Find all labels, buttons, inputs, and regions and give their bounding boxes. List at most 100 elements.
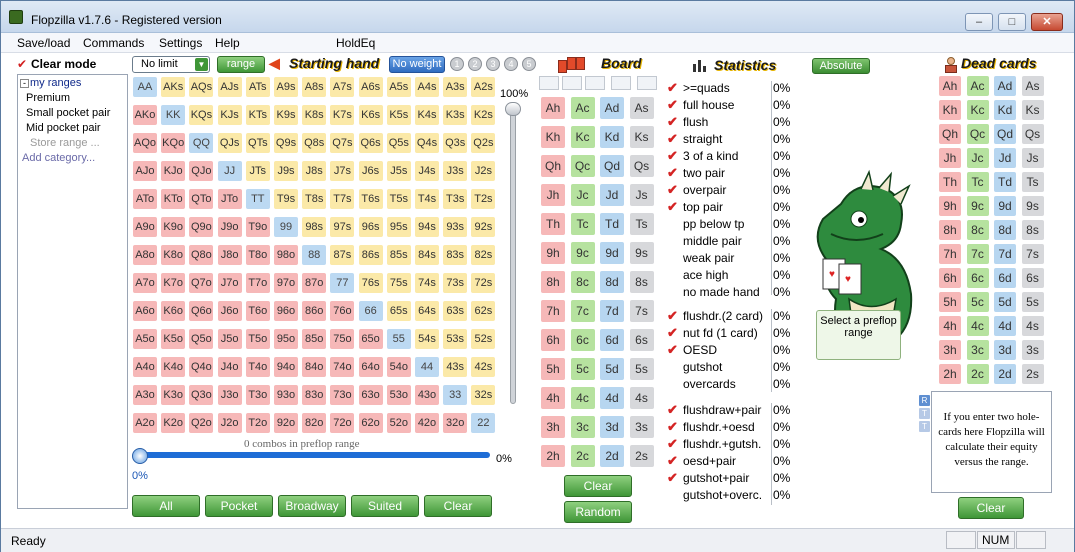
hand-cell[interactable]: Q3o	[188, 384, 215, 406]
hand-cell[interactable]: A9s	[273, 76, 299, 98]
pocket-button[interactable]: Pocket	[205, 495, 273, 517]
hand-cell[interactable]: K9o	[160, 216, 187, 238]
hand-cell[interactable]: T8o	[244, 244, 271, 266]
hand-cell[interactable]: Q2o	[188, 412, 215, 434]
board-card[interactable]: 8h	[541, 271, 565, 293]
hand-cell[interactable]: 42s	[470, 356, 497, 378]
hand-cell[interactable]: 83o	[301, 384, 328, 406]
hand-cell[interactable]: QTs	[244, 132, 271, 154]
board-card[interactable]: 8c	[570, 271, 595, 293]
hand-cell[interactable]: 76s	[357, 272, 384, 294]
checkmark-icon[interactable]: ✔	[667, 326, 681, 340]
board-card[interactable]: Ad	[600, 97, 624, 119]
hand-cell[interactable]: 96o	[273, 300, 299, 322]
hand-cell[interactable]: A6s	[357, 76, 384, 98]
hand-cell[interactable]: 52o	[385, 412, 412, 434]
hand-cell[interactable]: 94s	[414, 216, 440, 238]
hand-cell[interactable]: 94o	[273, 356, 299, 378]
hand-cell[interactable]: A2s	[470, 76, 497, 98]
board-card[interactable]: Th	[541, 213, 565, 235]
hand-cell[interactable]: 43o	[414, 384, 440, 406]
hand-cell[interactable]: KJo	[160, 160, 187, 182]
minimize-button[interactable]: –	[965, 13, 993, 31]
checkmark-icon[interactable]: ✔	[667, 115, 681, 129]
absolute-button[interactable]: Absolute	[812, 58, 870, 74]
tree-item-store-range[interactable]: Store range ...	[30, 137, 100, 149]
suited-button[interactable]: Suited	[351, 495, 419, 517]
hand-cell[interactable]: K4o	[160, 356, 187, 378]
hand-cell[interactable]: 83s	[442, 244, 469, 266]
hand-cell[interactable]: AA	[132, 76, 158, 98]
hand-cell[interactable]: AJs	[216, 76, 243, 98]
hand-cell[interactable]: KK	[160, 104, 187, 126]
board-card[interactable]: Ks	[629, 126, 654, 148]
hand-cell[interactable]: K7s	[329, 104, 356, 126]
dead-card[interactable]: 8c	[966, 220, 989, 240]
checkmark-icon[interactable]: ✔	[667, 471, 681, 485]
tree-item-premium[interactable]: Premium	[26, 92, 70, 104]
hand-cell[interactable]: T4o	[244, 356, 271, 378]
hand-cell[interactable]: 65s	[385, 300, 412, 322]
broadway-button[interactable]: Broadway	[278, 495, 346, 517]
hand-cell[interactable]: KTo	[160, 188, 187, 210]
hand-cell[interactable]: 95o	[273, 328, 299, 350]
hand-cell[interactable]: A6o	[132, 300, 158, 322]
hand-cell[interactable]: Q8s	[301, 132, 328, 154]
hand-cell[interactable]: 77	[329, 272, 356, 294]
hand-cell[interactable]: Q5o	[188, 328, 215, 350]
hand-cell[interactable]: T7o	[244, 272, 271, 294]
dead-card[interactable]: Jh	[939, 148, 961, 168]
hand-cell[interactable]: 53o	[385, 384, 412, 406]
checkmark-icon[interactable]: ✔	[667, 149, 681, 163]
hand-cell[interactable]: Q8o	[188, 244, 215, 266]
hand-cell[interactable]: QJs	[216, 132, 243, 154]
percent-slider-thumb[interactable]	[132, 448, 148, 464]
hand-cell[interactable]: T6s	[357, 188, 384, 210]
hand-cell[interactable]: 98o	[273, 244, 299, 266]
hand-cell[interactable]: 73s	[442, 272, 469, 294]
dead-card[interactable]: Ks	[1021, 100, 1044, 120]
board-card[interactable]: 3c	[570, 416, 595, 438]
hand-cell[interactable]: Q7s	[329, 132, 356, 154]
board-card[interactable]: Js	[629, 184, 654, 206]
dead-card[interactable]: 2s	[1021, 364, 1044, 384]
board-card[interactable]: 7c	[570, 300, 595, 322]
board-random-button[interactable]: Random	[564, 501, 632, 523]
hand-cell[interactable]: T5o	[244, 328, 271, 350]
board-card[interactable]: 9d	[600, 242, 624, 264]
board-card[interactable]: 4d	[600, 387, 624, 409]
dead-card[interactable]: 9s	[1021, 196, 1044, 216]
board-card[interactable]: Qc	[570, 155, 595, 177]
hand-cell[interactable]: 84o	[301, 356, 328, 378]
board-card[interactable]: 4h	[541, 387, 565, 409]
hand-cell[interactable]: 33	[442, 384, 469, 406]
hand-cell[interactable]: ATs	[244, 76, 271, 98]
hand-cell[interactable]: K6s	[357, 104, 384, 126]
board-card[interactable]: 2c	[570, 445, 595, 467]
hand-cell[interactable]: 87o	[301, 272, 328, 294]
dead-card[interactable]: Js	[1021, 148, 1044, 168]
hand-cell[interactable]: KQs	[188, 104, 215, 126]
hand-cell[interactable]: J3s	[442, 160, 469, 182]
hand-cell[interactable]: 74s	[414, 272, 440, 294]
hand-cell[interactable]: KJs	[216, 104, 243, 126]
hand-cell[interactable]: K6o	[160, 300, 187, 322]
hand-cell[interactable]: 73o	[329, 384, 356, 406]
limit-select[interactable]: No limit ▼	[132, 56, 210, 73]
dead-card[interactable]: Qh	[939, 124, 961, 144]
dead-card[interactable]: Jd	[994, 148, 1016, 168]
hand-cell[interactable]: 64o	[357, 356, 384, 378]
hand-cell[interactable]: T2s	[470, 188, 497, 210]
all-button[interactable]: All	[132, 495, 200, 517]
hand-cell[interactable]: QJo	[188, 160, 215, 182]
checkmark-icon[interactable]: ✔	[667, 343, 681, 357]
hand-cell[interactable]: J8s	[301, 160, 328, 182]
dead-card[interactable]: 8s	[1021, 220, 1044, 240]
hand-cell[interactable]: T2o	[244, 412, 271, 434]
dead-card[interactable]: 6c	[966, 268, 989, 288]
tree-item-add-category[interactable]: Add category...	[22, 152, 95, 164]
hand-cell[interactable]: 66	[357, 300, 384, 322]
clear-mode-check-icon[interactable]: ✔	[17, 58, 29, 70]
menu-commands[interactable]: Commands	[83, 36, 144, 50]
hand-cell[interactable]: A9o	[132, 216, 158, 238]
